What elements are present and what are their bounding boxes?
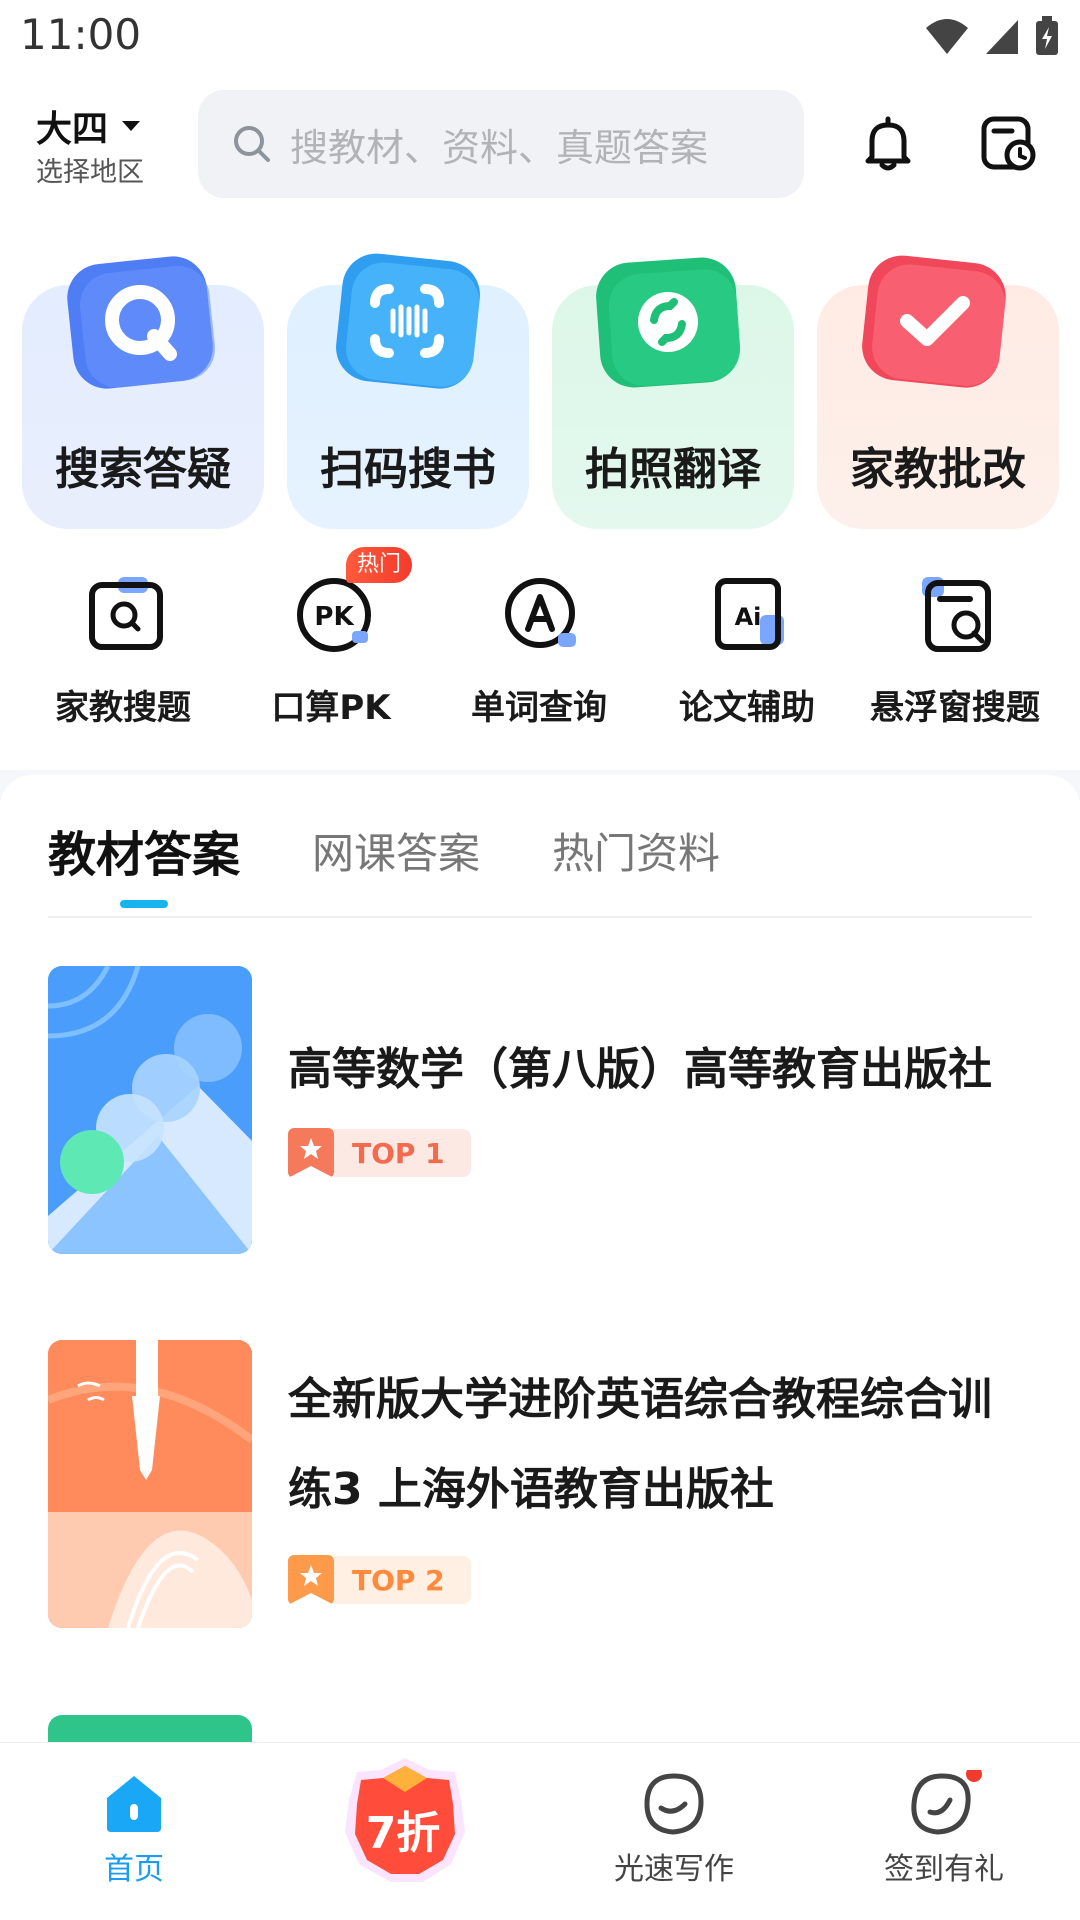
tool-ai-paper[interactable]: Ai 论文辅助 xyxy=(642,575,852,735)
grade-selector[interactable]: 大四 xyxy=(36,100,142,152)
nav-discount[interactable]: 7折 xyxy=(305,1752,505,1892)
feature-card-label: 扫码搜书 xyxy=(320,444,496,495)
bell-icon[interactable] xyxy=(858,113,918,173)
nav-home[interactable]: 首页 xyxy=(34,1770,234,1888)
discount-label: 7折 xyxy=(366,1808,441,1859)
svg-text:Ai: Ai xyxy=(735,603,762,631)
translate-icon xyxy=(596,257,741,388)
svg-text:PK: PK xyxy=(314,602,354,632)
tab-indicator xyxy=(120,900,168,908)
region-selector[interactable]: 选择地区 xyxy=(36,150,144,189)
book-cover[interactable] xyxy=(48,1340,252,1628)
scan-icon xyxy=(336,253,480,389)
history-icon[interactable] xyxy=(978,113,1038,173)
rank-label: TOP 1 xyxy=(334,1129,471,1177)
feature-card-label: 拍照翻译 xyxy=(585,444,761,495)
tool-pk[interactable]: PK 口算PK xyxy=(226,575,436,735)
pk-icon: PK xyxy=(297,578,371,652)
tab-hot-materials[interactable]: 热门资料 xyxy=(552,820,720,881)
hot-badge: 热门 xyxy=(346,547,412,583)
checkin-icon xyxy=(911,1770,982,1835)
caret-down-icon xyxy=(122,121,141,131)
tool-floating-window[interactable]: 悬浮窗搜题 xyxy=(850,575,1060,735)
tool-label: 论文辅助 xyxy=(679,688,815,728)
ai-icon: Ai xyxy=(715,578,784,650)
book-cover-art xyxy=(48,1340,252,1628)
rank-badge: TOP 2 xyxy=(288,1555,471,1605)
rank-badge: TOP 1 xyxy=(288,1128,471,1178)
tool-label: 家教搜题 xyxy=(55,688,191,728)
discount-icon: 7折 xyxy=(345,1758,465,1882)
search-icon xyxy=(67,256,216,389)
book-title[interactable]: 全新版大学进阶英语综合教程综合训练3 上海外语教育出版社 xyxy=(288,1355,1018,1535)
tool-word-lookup[interactable]: 单词查询 xyxy=(434,575,644,735)
star-icon xyxy=(288,1128,334,1178)
word-lookup-icon xyxy=(505,578,576,648)
feature-card-search[interactable]: 搜索答疑 xyxy=(22,256,264,529)
tool-search-question[interactable]: 家教搜题 xyxy=(18,575,228,735)
check-icon xyxy=(862,255,1006,388)
grade-label: 大四 xyxy=(36,109,109,150)
feature-card-translate[interactable]: 拍照翻译 xyxy=(552,257,794,529)
signal-icon xyxy=(986,20,1018,54)
tool-label: 口算PK xyxy=(271,688,391,728)
star-icon xyxy=(288,1555,334,1605)
tab-textbook-answers[interactable]: 教材答案 xyxy=(48,815,240,885)
status-icons xyxy=(924,12,1060,60)
tab-divider xyxy=(48,916,1032,918)
feature-card-check[interactable]: 家教批改 xyxy=(817,255,1059,529)
tool-label: 悬浮窗搜题 xyxy=(870,688,1040,728)
book-cover-art xyxy=(48,966,252,1254)
tab-course-answers[interactable]: 网课答案 xyxy=(312,820,480,881)
wifi-icon xyxy=(926,19,968,54)
nav-checkin[interactable]: 签到有礼 xyxy=(844,1770,1044,1888)
writing-icon xyxy=(644,1773,704,1835)
search-bar[interactable]: 搜教材、资料、真题答案 xyxy=(198,90,804,198)
rank-label: TOP 2 xyxy=(334,1556,471,1604)
home-icon xyxy=(107,1776,161,1832)
nav-label: 首页 xyxy=(104,1852,164,1887)
nav-writing[interactable]: 光速写作 xyxy=(574,1770,774,1888)
search-icon xyxy=(234,126,270,162)
search-question-icon xyxy=(89,577,163,650)
tool-label: 单词查询 xyxy=(471,688,607,728)
book-cover[interactable] xyxy=(48,966,252,1254)
search-placeholder: 搜教材、资料、真题答案 xyxy=(290,125,709,170)
nav-label: 光速写作 xyxy=(614,1852,734,1887)
feature-card-label: 家教批改 xyxy=(850,444,1026,495)
feature-card-scan[interactable]: 扫码搜书 xyxy=(287,253,529,529)
nav-label: 签到有礼 xyxy=(884,1852,1004,1887)
floating-window-icon xyxy=(922,577,991,652)
battery-icon xyxy=(1036,16,1058,55)
status-time: 11:00 xyxy=(20,10,142,59)
feature-card-label: 搜索答疑 xyxy=(55,444,231,495)
book-title[interactable]: 高等数学（第八版）高等教育出版社 xyxy=(288,1025,1018,1115)
